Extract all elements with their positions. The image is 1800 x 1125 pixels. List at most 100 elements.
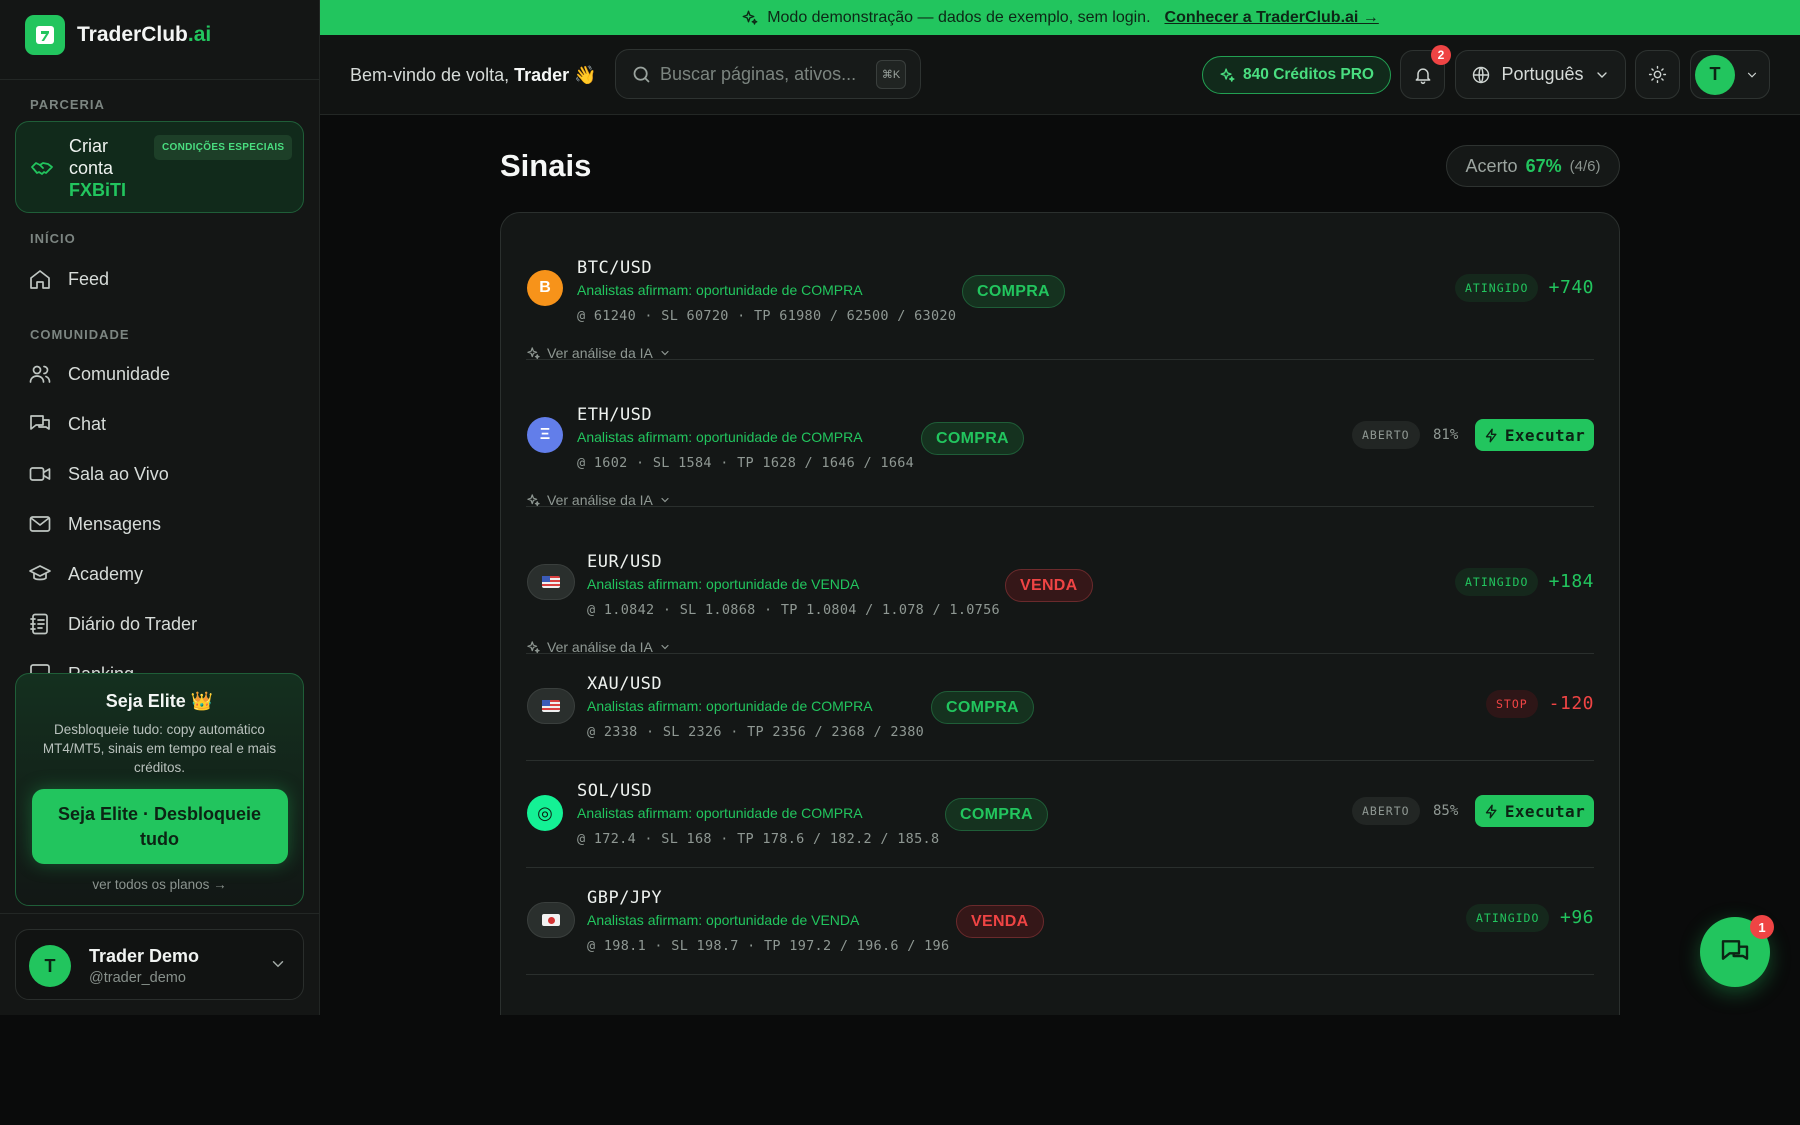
sidebar-item-label: Academy — [68, 563, 144, 584]
partner-highlight: FXBiTI — [69, 180, 126, 200]
execute-button[interactable]: Executar — [1475, 795, 1594, 827]
execute-button[interactable]: Executar — [1475, 419, 1594, 451]
accuracy-badge: Acerto 67% (4/6) — [1446, 145, 1620, 187]
sidebar-item-mensagens[interactable]: Mensagens — [28, 512, 161, 536]
status-badge: ATINGIDO — [1455, 568, 1539, 596]
logo[interactable]: TraderClub.ai — [25, 15, 211, 55]
credits-label: 840 Créditos PRO — [1243, 66, 1374, 83]
language-select[interactable]: Português — [1455, 50, 1626, 99]
signal-confidence: 85% — [1433, 803, 1459, 819]
us-flag-icon — [527, 688, 575, 724]
sparkles-icon — [527, 493, 540, 506]
chevron-down-icon — [661, 350, 669, 356]
signal-side-badge: COMPRA — [962, 275, 1065, 308]
sidebar-item-chat[interactable]: Chat — [28, 412, 106, 436]
sidebar-item-label: Feed — [68, 268, 110, 289]
page-title: Sinais — [500, 148, 592, 183]
ethereum-icon: Ξ — [527, 417, 563, 453]
user-menu[interactable]: T Trader Demo @trader_demo — [15, 929, 304, 1000]
signal-levels: @ 198.1 · SL 198.7 · TP 197.2 / 196.6 / … — [587, 938, 950, 954]
accuracy-value: 67% — [1525, 155, 1562, 176]
notifications-button[interactable]: 2 — [1400, 45, 1451, 99]
banner-text: Modo demonstração — dados de exemplo, se… — [767, 8, 1151, 26]
japan-flag-icon — [527, 902, 575, 938]
sparkles-icon — [527, 346, 540, 359]
signal-pair: EUR/USD — [587, 552, 663, 572]
signals-panel: B BTC/USD Analistas afirmam: oportunidad… — [500, 212, 1620, 1042]
sparkles-icon — [527, 640, 540, 653]
status-badge: ABERTO — [1352, 421, 1420, 449]
ai-analysis-toggle[interactable]: Ver análise da IA — [526, 492, 671, 508]
language-label: Português — [1501, 64, 1584, 84]
partner-line2: conta — [69, 158, 114, 178]
logo-text: TraderClub.ai — [77, 23, 212, 46]
signal-pair: BTC/USD — [577, 258, 653, 278]
lightning-icon — [1485, 804, 1497, 818]
search-box[interactable]: ⌘K — [615, 49, 921, 99]
signal-description: Analistas afirmam: oportunidade de VENDA — [587, 576, 860, 592]
signal-levels: @ 61240 · SL 60720 · TP 61980 / 62500 / … — [577, 308, 957, 324]
page-bottom-area — [0, 1015, 1800, 1125]
banner-link[interactable]: Conhecer a TraderClub.ai → — [1165, 9, 1379, 27]
chat-fab-button[interactable]: 1 — [1700, 915, 1774, 987]
ai-analysis-toggle[interactable]: Ver análise da IA — [526, 639, 671, 655]
chevron-down-icon — [272, 961, 284, 968]
chevron-down-icon — [1596, 71, 1607, 78]
welcome-name: Trader — [514, 65, 570, 85]
status-badge: STOP — [1486, 690, 1538, 718]
signal-pair: SOL/USD — [577, 781, 653, 801]
account-menu[interactable]: T — [1690, 50, 1770, 99]
signal-side-badge: COMPRA — [931, 691, 1034, 724]
signal-row: GBP/JPY Analistas afirmam: oportunidade … — [526, 868, 1594, 975]
ai-analysis-label: Ver análise da IA — [547, 492, 653, 508]
signal-result: +184 — [1548, 571, 1594, 592]
search-input[interactable] — [660, 64, 870, 85]
user-name: Trader Demo — [89, 946, 200, 966]
signal-levels: @ 1.0842 · SL 1.0868 · TP 1.0804 / 1.078… — [587, 602, 1000, 618]
sidebar-item-label: Comunidade — [68, 363, 171, 384]
status-badge: ATINGIDO — [1455, 274, 1539, 302]
sidebar-item-academy[interactable]: Academy — [28, 562, 143, 586]
user-handle: @trader_demo — [89, 970, 186, 986]
credits-button[interactable]: 840 Créditos PRO — [1202, 56, 1391, 94]
solana-icon: ◎ — [527, 795, 563, 831]
signal-confidence: 81% — [1433, 427, 1459, 443]
sidebar-item-sala-ao-vivo[interactable]: Sala ao Vivo — [28, 462, 169, 486]
welcome-message: Bem-vindo de volta, Trader 👋 — [350, 65, 597, 85]
elite-description: Desbloqueie tudo: copy automático MT4/MT… — [42, 722, 277, 775]
users-icon — [29, 365, 51, 383]
signal-row: ◎ SOL/USD Analistas afirmam: oportunidad… — [526, 761, 1594, 868]
plans-link[interactable]: ver todos os planos → — [16, 877, 303, 892]
sidebar-item-diario[interactable]: Diário do Trader — [28, 612, 197, 636]
logo-icon — [25, 15, 65, 55]
elite-title: Seja Elite 👑 — [105, 691, 214, 711]
section-title-partner: PARCERIA — [30, 97, 105, 112]
signal-description: Analistas afirmam: oportunidade de COMPR… — [577, 429, 863, 445]
elite-unlock-button[interactable]: Seja Elite · Desbloqueie tudo — [31, 789, 288, 864]
sidebar-divider — [0, 913, 320, 914]
signal-description: Analistas afirmam: oportunidade de COMPR… — [577, 282, 863, 298]
chat-badge: 1 — [1750, 915, 1774, 939]
partner-card[interactable]: Criar conta FXBiTI CONDIÇÕES ESPECIAIS — [15, 121, 304, 213]
theme-toggle[interactable] — [1635, 50, 1680, 99]
signal-levels: @ 1602 · SL 1584 · TP 1628 / 1646 / 1664 — [577, 455, 915, 471]
handshake-icon — [31, 162, 53, 175]
section-title-inicio: INÍCIO — [30, 231, 76, 246]
chevron-down-icon — [1747, 72, 1757, 78]
top-header: Bem-vindo de volta, Trader 👋 ⌘K 840 Créd… — [320, 35, 1800, 115]
search-shortcut: ⌘K — [876, 60, 906, 89]
signal-result: -120 — [1548, 693, 1594, 714]
sidebar-item-comunidade[interactable]: Comunidade — [28, 362, 170, 386]
signal-side-badge: VENDA — [1005, 569, 1093, 602]
sidebar-divider — [0, 79, 320, 80]
bitcoin-icon: B — [527, 270, 563, 306]
ai-analysis-toggle[interactable]: Ver análise da IA — [526, 345, 671, 361]
video-icon — [29, 467, 51, 481]
accuracy-label: Acerto — [1465, 155, 1518, 176]
sidebar-item-feed[interactable]: Feed — [28, 267, 109, 291]
ai-analysis-label: Ver análise da IA — [547, 345, 653, 361]
signal-pair: GBP/JPY — [587, 888, 663, 908]
signal-row: EUR/USD Analistas afirmam: oportunidade … — [526, 507, 1594, 655]
avatar: T — [29, 945, 71, 987]
chat-icon — [1721, 940, 1749, 960]
